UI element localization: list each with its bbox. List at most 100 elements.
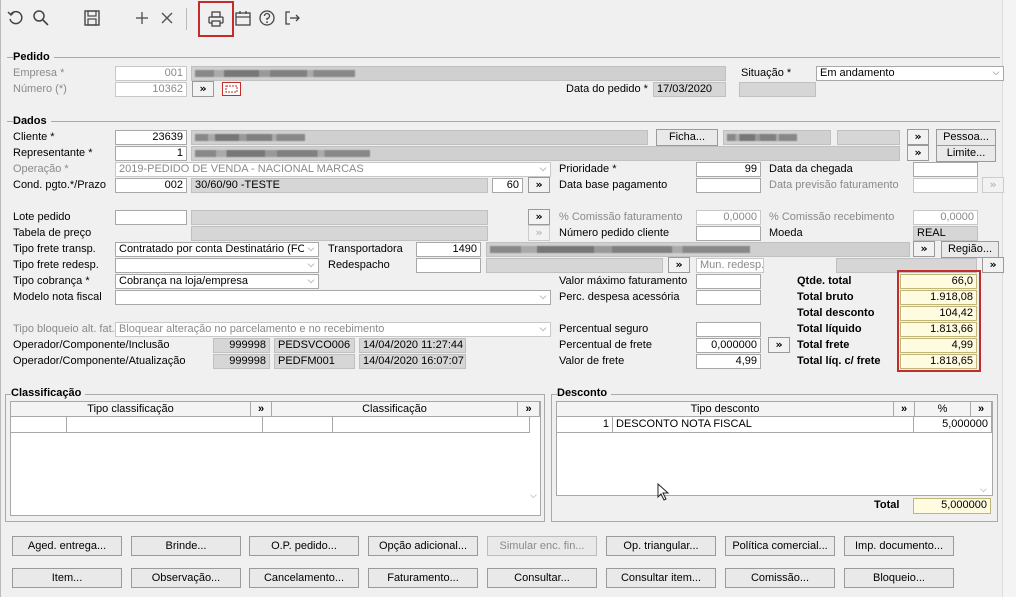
- vertical-scrollbar[interactable]: [1002, 0, 1016, 597]
- valor-frete-field[interactable]: 4,99: [696, 354, 761, 369]
- valor-max-fat-field[interactable]: [696, 274, 761, 289]
- col-more-button[interactable]: »: [251, 402, 272, 417]
- lote-more-button[interactable]: »: [528, 209, 550, 225]
- grid-cell[interactable]: [11, 417, 67, 433]
- print-icon[interactable]: [198, 1, 234, 37]
- scroll-down-icon[interactable]: ⌵: [980, 484, 987, 495]
- col-more-button[interactable]: »: [894, 402, 915, 417]
- cond-pgto-code-field[interactable]: 002: [115, 178, 187, 193]
- item-button[interactable]: Item...: [12, 568, 122, 588]
- prioridade-label: Prioridade *: [559, 163, 617, 175]
- prazo-field[interactable]: 60: [492, 178, 523, 193]
- exit-icon[interactable]: [281, 7, 303, 29]
- data-chegada-field[interactable]: [913, 162, 978, 177]
- desconto-row-tipo[interactable]: DESCONTO NOTA FISCAL: [613, 417, 914, 433]
- cancelamento-button[interactable]: Cancelamento...: [249, 568, 359, 588]
- help-icon[interactable]: [256, 7, 278, 29]
- consultar-button[interactable]: Consultar...: [487, 568, 597, 588]
- pct-comissao-rec-label: % Comissão recebimento: [769, 211, 895, 223]
- situacao-select[interactable]: Em andamento ⌵: [816, 66, 1004, 81]
- cliente-code-field[interactable]: 23639: [115, 130, 187, 145]
- ficha-button[interactable]: Ficha...: [656, 129, 718, 146]
- totals-highlight: [897, 270, 981, 372]
- op-triangular-button[interactable]: Op. triangular...: [606, 536, 716, 556]
- scroll-down-icon[interactable]: ⌵: [530, 490, 537, 501]
- perc-frete-field[interactable]: 0,000000: [696, 338, 761, 353]
- calendar-icon[interactable]: [232, 7, 254, 29]
- chevron-down-icon: ⌵: [307, 260, 315, 270]
- cond-pgto-more-button[interactable]: »: [528, 177, 550, 193]
- grid-cell[interactable]: [67, 417, 263, 433]
- tipo-cobranca-label: Tipo cobrança *: [13, 275, 90, 287]
- search-icon[interactable]: [30, 7, 52, 29]
- data-chegada-label: Data da chegada: [769, 163, 853, 175]
- politica-comercial-button[interactable]: Política comercial...: [725, 536, 835, 556]
- brinde-button[interactable]: Brinde...: [131, 536, 241, 556]
- limite-button[interactable]: Limite...: [936, 145, 996, 162]
- col-tipo-desconto[interactable]: Tipo desconto: [557, 402, 894, 417]
- transportadora-code-field[interactable]: 1490: [416, 242, 481, 257]
- grid-cell[interactable]: [333, 417, 530, 433]
- perc-despesa-field[interactable]: [696, 290, 761, 305]
- comissao-button[interactable]: Comissão...: [725, 568, 835, 588]
- desconto-row-code[interactable]: 1: [557, 417, 613, 433]
- pessoa-button[interactable]: Pessoa...: [936, 129, 996, 146]
- redespacho-code-field[interactable]: [416, 258, 481, 273]
- cond-pgto-label: Cond. pgto.*/Prazo: [13, 179, 106, 191]
- consultar-item-button[interactable]: Consultar item...: [606, 568, 716, 588]
- cliente-more-button[interactable]: »: [907, 129, 929, 145]
- col-tipo-classificacao[interactable]: Tipo classificação: [11, 402, 251, 417]
- mun-redesp-field: Mun. redesp.: [696, 258, 764, 273]
- regiao-button[interactable]: Região...: [941, 241, 999, 258]
- tipo-frete-redesp-select[interactable]: ⌵: [115, 258, 319, 273]
- lote-label: Lote pedido: [13, 211, 71, 223]
- numero-pedido-cliente-field[interactable]: [696, 226, 761, 241]
- opcao-adicional-button[interactable]: Opção adicional...: [368, 536, 478, 556]
- data-base-label: Data base pagamento: [559, 179, 668, 191]
- operador-atualizacao-date: 14/04/2020 16:07:07: [359, 354, 466, 369]
- col-more-button[interactable]: »: [971, 402, 992, 417]
- transportadora-more-button[interactable]: »: [913, 241, 935, 257]
- grid-icon[interactable]: [222, 82, 241, 96]
- bloqueio-button[interactable]: Bloqueio...: [844, 568, 954, 588]
- tipo-frete-select[interactable]: Contratado por conta Destinatário (FOB) ⌵: [115, 242, 319, 257]
- prioridade-field[interactable]: 99: [696, 162, 761, 177]
- perc-seguro-field[interactable]: [696, 322, 761, 337]
- faturamento-button[interactable]: Faturamento...: [368, 568, 478, 588]
- grid-cell[interactable]: [263, 417, 333, 433]
- numero-lookup-button[interactable]: »: [192, 81, 214, 97]
- modelo-nf-select[interactable]: ⌵: [115, 290, 551, 305]
- representante-code-field[interactable]: 1: [115, 146, 187, 161]
- desconto-row-pct[interactable]: 5,000000: [914, 417, 992, 433]
- modelo-nf-label: Modelo nota fiscal: [13, 291, 102, 303]
- classificacao-grid[interactable]: Tipo classificação » Classificação » ⌵: [10, 401, 541, 516]
- mun-redesp-more-button[interactable]: »: [982, 257, 1004, 273]
- desconto-grid[interactable]: Tipo desconto » % » 1 DESCONTO NOTA FISC…: [556, 401, 993, 496]
- perc-frete-more-button[interactable]: »: [768, 337, 790, 353]
- operador-atualizacao-label: Operador/Componente/Atualização: [13, 355, 186, 367]
- data-base-field[interactable]: [696, 178, 761, 193]
- col-classificacao[interactable]: Classificação: [272, 402, 518, 417]
- close-icon[interactable]: [156, 7, 178, 29]
- aged-entrega-button[interactable]: Aged. entrega...: [12, 536, 122, 556]
- operador-atualizacao-code: 999998: [213, 354, 270, 369]
- col-more-button[interactable]: »: [518, 402, 540, 417]
- observacao-button[interactable]: Observação...: [131, 568, 241, 588]
- lote-field[interactable]: [115, 210, 187, 225]
- desconto-total-value: 5,000000: [913, 498, 991, 514]
- representante-name-field: [191, 146, 900, 161]
- transportadora-label: Transportadora: [328, 243, 403, 255]
- op-pedido-button[interactable]: O.P. pedido...: [249, 536, 359, 556]
- add-icon[interactable]: [131, 7, 153, 29]
- imp-documento-button[interactable]: Imp. documento...: [844, 536, 954, 556]
- col-pct[interactable]: %: [915, 402, 971, 417]
- operador-inclusao-label: Operador/Componente/Inclusão: [13, 339, 170, 351]
- tabela-preco-field: [115, 226, 187, 241]
- undo-icon[interactable]: [5, 7, 27, 29]
- tipo-cobranca-select[interactable]: Cobrança na loja/empresa ⌵: [115, 274, 319, 289]
- save-icon[interactable]: [81, 7, 103, 29]
- pct-comissao-fat-label: % Comissão faturamento: [559, 211, 683, 223]
- redespacho-more-button[interactable]: »: [668, 257, 690, 273]
- moeda-label: Moeda: [769, 227, 803, 239]
- representante-more-button[interactable]: »: [907, 145, 929, 161]
